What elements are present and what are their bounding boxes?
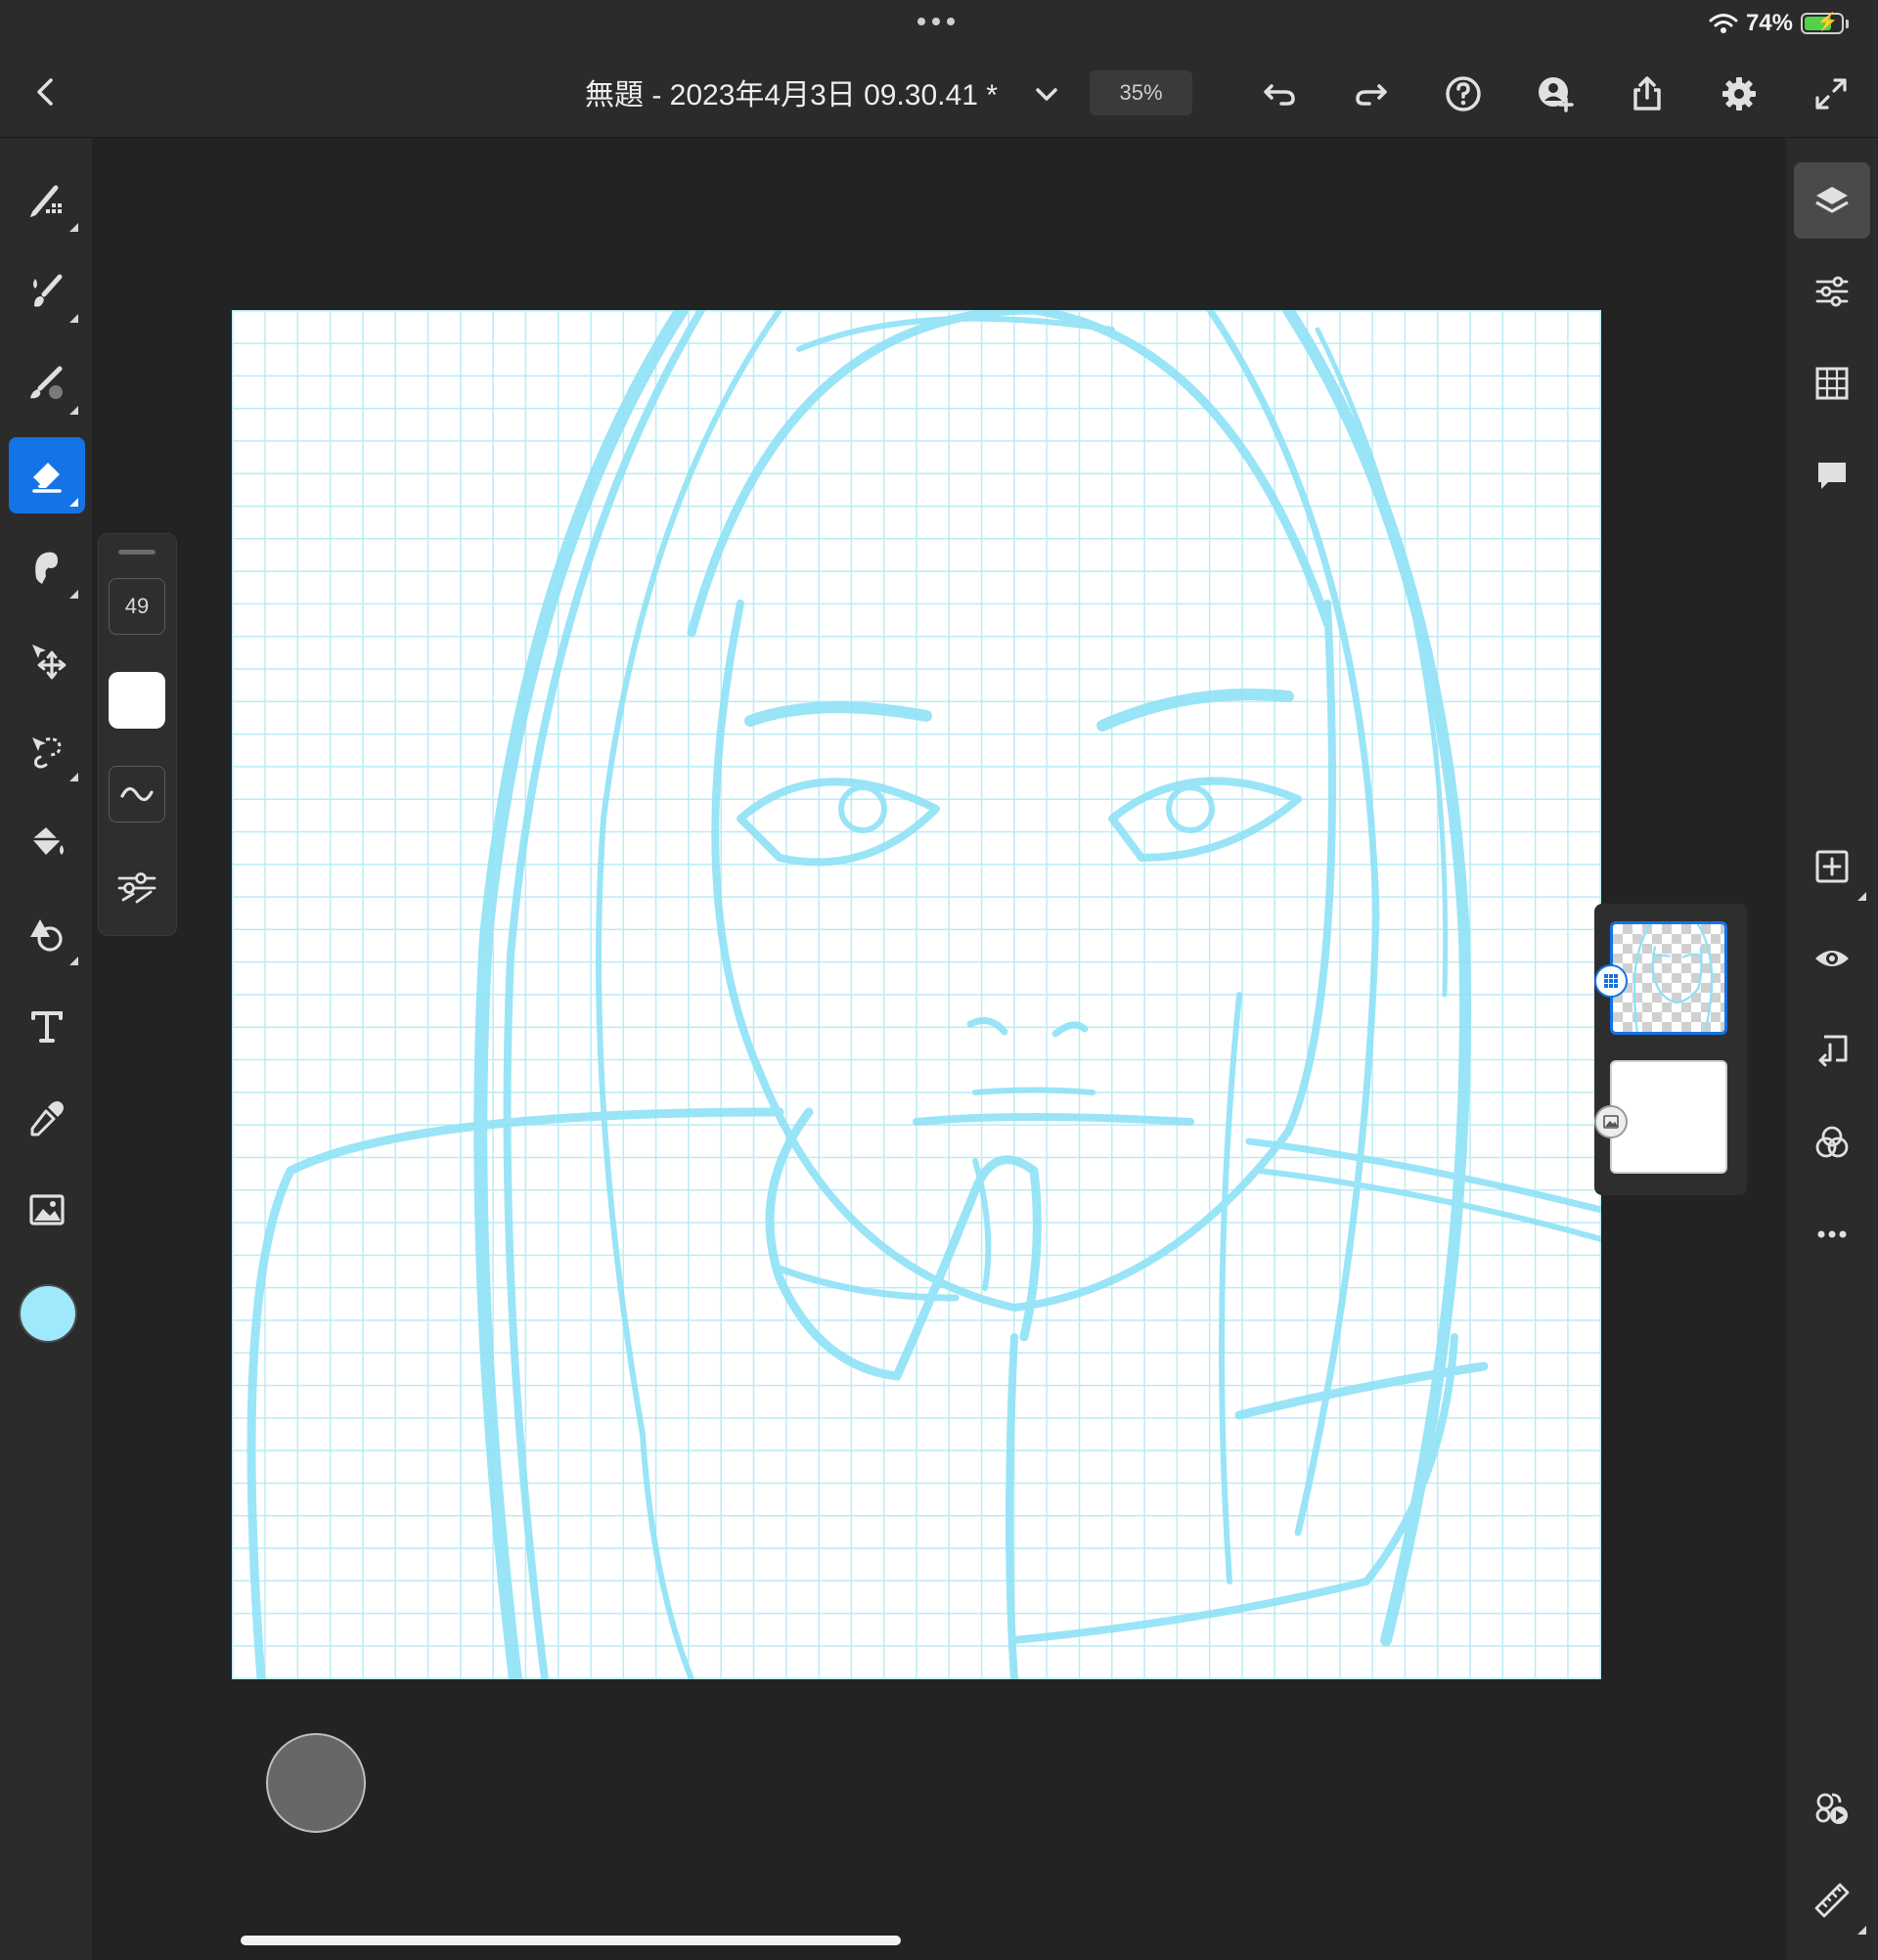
battery-percent: 74%	[1745, 10, 1793, 36]
vector-brush-icon	[30, 366, 63, 399]
more-icon	[1817, 1230, 1847, 1238]
eraser-icon	[30, 463, 62, 493]
brush-preview[interactable]	[109, 672, 165, 729]
properties-icon	[1815, 276, 1849, 307]
drawing-canvas[interactable]	[232, 310, 1601, 1679]
sliders-icon	[117, 872, 156, 904]
status-bar: 74% ⚡	[0, 0, 1878, 45]
merge-down-button[interactable]	[1794, 1012, 1870, 1089]
comments-button[interactable]	[1794, 437, 1870, 513]
live-brush-icon	[33, 274, 63, 307]
text-tool[interactable]	[9, 988, 85, 1064]
multitasking-dots-icon[interactable]	[917, 18, 955, 25]
visibility-button[interactable]	[1794, 920, 1870, 997]
image-tool[interactable]	[9, 1172, 85, 1248]
back-button[interactable]	[18, 63, 76, 121]
battery-icon: ⚡	[1801, 12, 1844, 34]
more-button[interactable]	[1794, 1196, 1870, 1272]
transform-tool[interactable]	[9, 621, 85, 697]
settings-button[interactable]	[1710, 65, 1768, 123]
share-icon	[1633, 76, 1661, 111]
layers-panel	[1594, 904, 1747, 1195]
merge-down-icon	[1818, 1035, 1848, 1067]
layer-thumbnail-sketch[interactable]	[1610, 921, 1727, 1035]
layers-button[interactable]	[1794, 162, 1870, 239]
selection-tool[interactable]	[9, 712, 85, 788]
redo-icon	[1356, 84, 1387, 106]
panel-grip[interactable]	[118, 550, 156, 555]
fill-bucket-icon	[32, 827, 64, 855]
smoothing-button[interactable]	[109, 766, 165, 823]
share-button[interactable]	[1618, 65, 1677, 123]
ruler-button[interactable]	[1794, 1862, 1870, 1938]
text-icon	[31, 1011, 63, 1043]
redo-button[interactable]	[1342, 65, 1401, 123]
layer-thumbnail-background[interactable]	[1610, 1060, 1727, 1174]
help-button[interactable]	[1434, 65, 1493, 123]
ruler-icon	[1814, 1883, 1850, 1918]
live-brush-tool[interactable]	[9, 253, 85, 330]
pixel-brush-icon	[30, 185, 62, 217]
grid-button[interactable]	[1794, 345, 1870, 422]
smudge-icon	[35, 552, 58, 584]
image-icon	[29, 1194, 65, 1225]
blend-button[interactable]	[1794, 1104, 1870, 1180]
fullscreen-button[interactable]	[1802, 65, 1860, 123]
lasso-icon	[32, 737, 62, 769]
add-layer-icon	[1815, 850, 1849, 883]
layer-sketch-preview	[1632, 924, 1714, 1032]
comments-icon	[1818, 463, 1846, 489]
visibility-icon	[1815, 951, 1849, 966]
brush-size-field[interactable]: 49	[109, 578, 165, 635]
status-indicators: 74% ⚡	[1709, 10, 1849, 37]
pixel-brush-tool[interactable]	[9, 162, 85, 239]
blend-icon	[1815, 1126, 1849, 1158]
grid-icon	[1815, 367, 1849, 400]
color-picker[interactable]	[19, 1284, 77, 1343]
wave-icon	[120, 786, 154, 802]
brush-settings-button[interactable]	[109, 860, 165, 916]
chevron-left-icon	[37, 78, 53, 106]
settings-icon	[1722, 77, 1756, 111]
eyedropper-tool[interactable]	[9, 1080, 85, 1156]
smudge-tool[interactable]	[9, 529, 85, 605]
fullscreen-icon	[1815, 78, 1847, 110]
wifi-icon	[1709, 14, 1738, 33]
properties-button[interactable]	[1794, 253, 1870, 330]
add-layer-button[interactable]	[1794, 828, 1870, 905]
invite-button[interactable]	[1526, 65, 1585, 123]
chevron-down-icon	[1036, 88, 1057, 101]
title-dropdown-button[interactable]	[1017, 65, 1076, 123]
touch-shortcut-button[interactable]	[266, 1733, 366, 1833]
eraser-tool[interactable]	[9, 437, 85, 513]
vector-brush-tool[interactable]	[9, 345, 85, 422]
pixel-layer-badge-icon	[1594, 964, 1628, 998]
transform-icon	[32, 645, 67, 680]
adjustments-icon	[1815, 1793, 1848, 1824]
zoom-level[interactable]: 35%	[1090, 70, 1192, 115]
fill-tool[interactable]	[9, 804, 85, 880]
brush-settings-panel: 49	[98, 533, 177, 936]
help-icon	[1446, 76, 1481, 111]
shapes-tool[interactable]	[9, 896, 85, 972]
eyedropper-icon	[30, 1101, 64, 1136]
layers-icon	[1815, 187, 1849, 213]
invite-icon	[1539, 77, 1574, 112]
undo-button[interactable]	[1250, 65, 1309, 123]
image-layer-badge-icon	[1594, 1105, 1628, 1138]
shapes-icon	[30, 919, 63, 952]
sketch-artwork	[246, 310, 1601, 1679]
undo-icon	[1264, 84, 1295, 106]
adjustments-button[interactable]	[1794, 1770, 1870, 1847]
document-title[interactable]: 無題 - 2023年4月3日 09.30.41 *	[585, 70, 998, 113]
home-indicator[interactable]	[241, 1936, 901, 1945]
